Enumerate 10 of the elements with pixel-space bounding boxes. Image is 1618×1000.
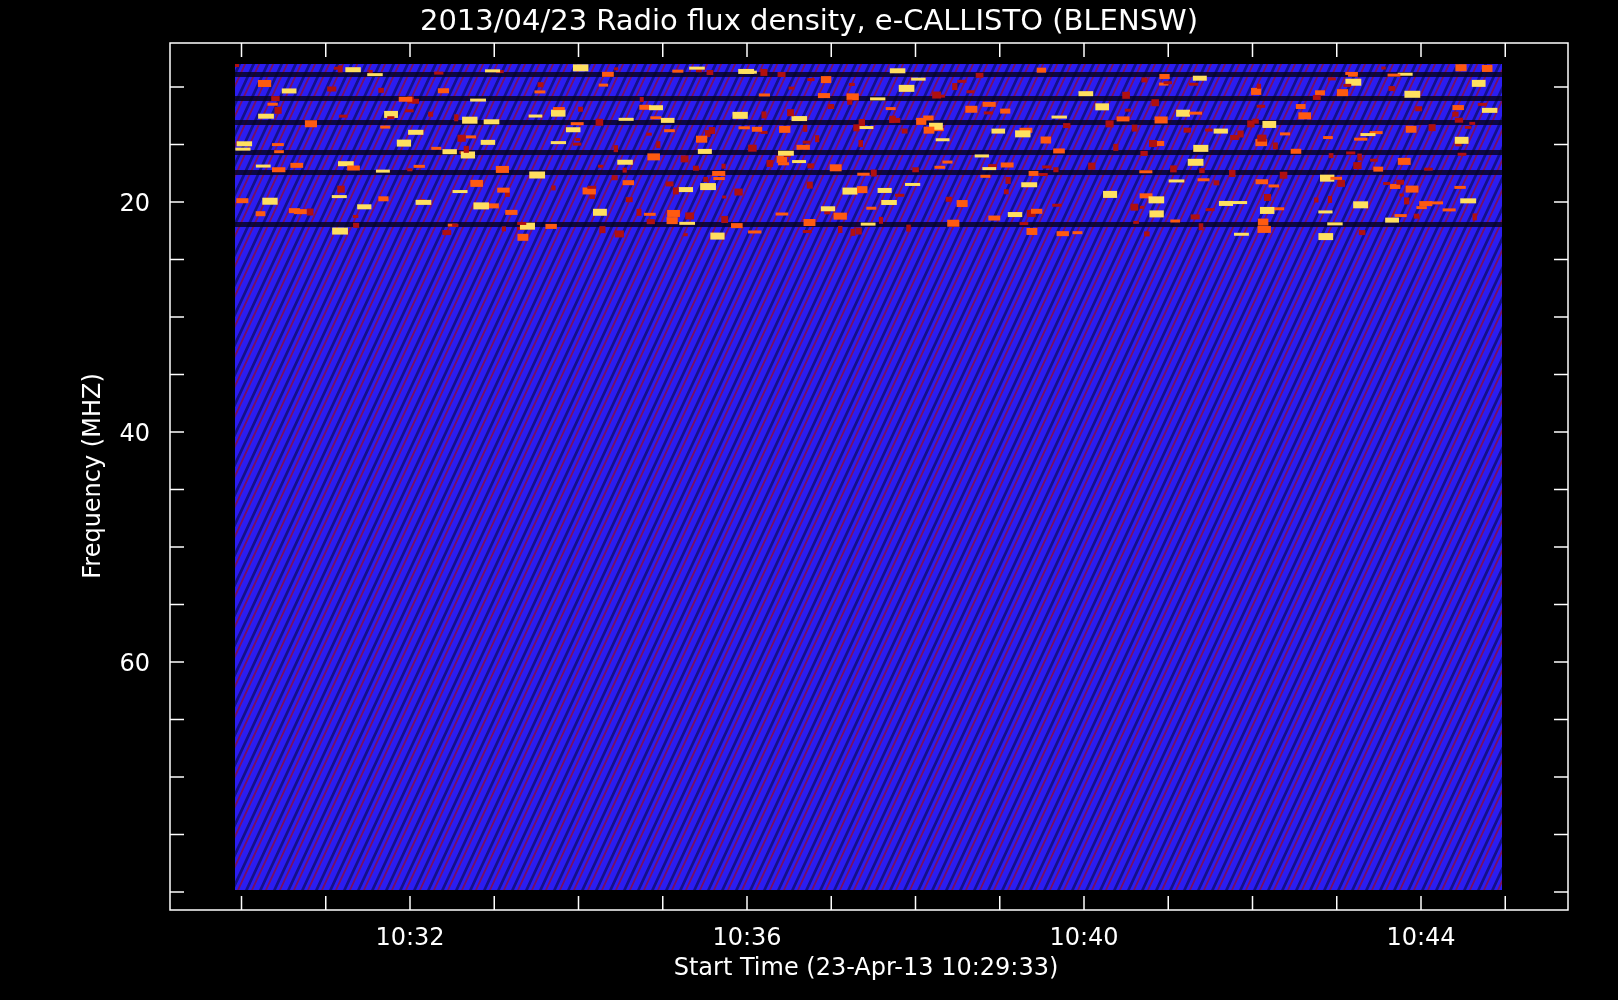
y-tick-label: 40 — [119, 419, 150, 447]
y-axis-title: Frequency (MHZ) — [78, 373, 106, 579]
x-tick-label: 10:40 — [1049, 923, 1119, 951]
y-tick-label: 60 — [119, 649, 150, 677]
x-tick-label: 10:32 — [375, 923, 445, 951]
chart-title: 2013/04/23 Radio flux density, e-CALLISTO (BLENSW) — [419, 3, 1199, 37]
x-axis-title: Start Time (23-Apr-13 10:29:33) — [673, 953, 1059, 981]
x-tick-label: 10:44 — [1386, 923, 1456, 951]
x-tick-label: 10:36 — [712, 923, 782, 951]
y-tick-label: 20 — [119, 189, 150, 217]
